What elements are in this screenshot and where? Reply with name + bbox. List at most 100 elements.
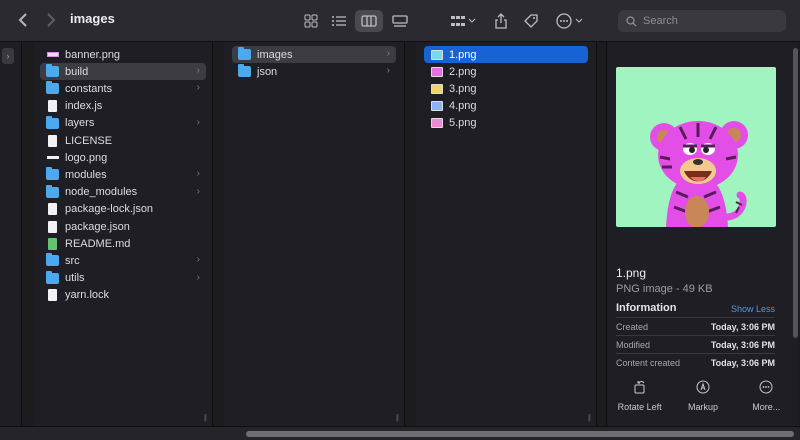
ellipsis-circle-icon <box>556 13 583 29</box>
action-menu-button[interactable] <box>554 10 586 32</box>
file-row[interactable]: utils › <box>40 270 206 287</box>
rotate-left-label: Rotate Left <box>617 402 662 412</box>
rotate-left-button[interactable]: Rotate Left <box>612 372 668 426</box>
image-file-icon <box>431 83 443 94</box>
chevron-left-icon <box>18 13 27 27</box>
image-file-icon <box>431 49 443 60</box>
columns-icon <box>361 15 377 27</box>
folder-icon <box>46 81 59 95</box>
chevron-right-icon: › <box>196 185 200 197</box>
column-divider <box>606 42 607 426</box>
folder-icon <box>238 64 251 78</box>
forward-button[interactable] <box>40 9 62 31</box>
file-name: node_modules <box>65 186 138 199</box>
file-name: 5.png <box>449 117 477 130</box>
collapsed-column: › <box>0 42 22 426</box>
file-row[interactable]: 1.png <box>424 46 588 63</box>
search-field[interactable]: Search <box>618 10 786 32</box>
file-row[interactable]: build › <box>40 63 206 81</box>
column-resize-handle[interactable]: || <box>396 413 399 422</box>
file-name: index.js <box>65 100 103 113</box>
file-name: build <box>65 65 89 78</box>
folder-icon <box>238 47 251 60</box>
metadata-label: Modified <box>616 339 651 350</box>
list-view-button[interactable] <box>328 10 350 32</box>
chevron-right-icon: › <box>196 65 200 77</box>
horizontal-scrollbar[interactable] <box>246 431 794 437</box>
file-row[interactable]: layers › <box>40 115 206 132</box>
group-by-button[interactable] <box>447 10 479 32</box>
file-row[interactable]: package.json <box>40 218 206 235</box>
file-name: modules <box>65 168 107 181</box>
metadata-row: Content created Today, 3:06 PM <box>616 353 775 371</box>
more-icon <box>759 380 773 394</box>
file-name: banner.png <box>65 48 121 61</box>
list-icon <box>332 16 346 26</box>
quick-actions: Rotate Left Markup More... <box>608 372 798 426</box>
file-row[interactable]: banner.png <box>40 46 206 63</box>
markup-button[interactable]: Markup <box>675 372 731 426</box>
column-resize-handle[interactable]: || <box>204 413 207 422</box>
folder-icon <box>46 64 59 78</box>
chevron-right-icon: › <box>6 51 10 61</box>
image-thumbnail[interactable] <box>616 67 776 227</box>
column-root: banner.png build › constants › index.js layers… <box>34 42 212 426</box>
file-row[interactable]: 4.png <box>424 98 588 115</box>
expand-column-button[interactable]: › <box>2 48 14 64</box>
file-row[interactable]: index.js <box>40 98 206 115</box>
file-name: LICENSE <box>65 134 113 147</box>
document-icon <box>48 203 57 216</box>
vertical-scrollbar[interactable] <box>793 48 798 338</box>
toolbar: images Search <box>0 0 800 42</box>
image-file-icon <box>431 66 443 77</box>
folder-icon <box>46 115 59 129</box>
column-view-button[interactable] <box>355 10 383 32</box>
share-button[interactable] <box>490 10 512 32</box>
file-name: layers <box>65 117 95 130</box>
file-name: src <box>65 254 80 267</box>
file-row[interactable]: 3.png <box>424 80 588 97</box>
document-icon <box>48 220 57 233</box>
tags-button[interactable] <box>520 10 542 32</box>
file-row[interactable]: package-lock.json <box>40 201 206 218</box>
file-row[interactable]: LICENSE <box>40 132 206 149</box>
file-row[interactable]: src › <box>40 252 206 269</box>
image-file-icon <box>47 52 59 57</box>
more-button[interactable]: More... <box>738 372 794 426</box>
file-row[interactable]: yarn.lock <box>40 287 206 304</box>
file-row[interactable]: node_modules › <box>40 184 206 201</box>
chevron-right-icon: › <box>386 65 390 77</box>
file-row[interactable]: images › <box>232 46 396 63</box>
file-row[interactable]: README.md <box>40 235 206 252</box>
folder-icon <box>46 167 59 181</box>
file-row[interactable]: 5.png <box>424 115 588 132</box>
metadata-value: Today, 3:06 PM <box>710 321 775 332</box>
image-file-icon <box>431 101 443 112</box>
file-row[interactable]: constants › <box>40 80 206 97</box>
preview-kind: PNG image - 49 KB <box>616 283 713 295</box>
share-icon <box>495 13 507 29</box>
show-less-link[interactable]: Show Less <box>731 304 775 314</box>
folder-icon <box>46 253 59 267</box>
chevron-right-icon: › <box>386 48 390 59</box>
chevron-right-icon: › <box>196 254 200 266</box>
icon-view-button[interactable] <box>300 10 322 32</box>
metadata-label: Content created <box>616 357 681 368</box>
grid-icon <box>304 14 318 28</box>
status-bar <box>0 426 800 440</box>
file-row[interactable]: 2.png <box>424 63 588 80</box>
file-row[interactable]: logo.png <box>40 149 206 166</box>
markup-label: Markup <box>687 402 718 412</box>
file-name: utils <box>65 272 85 285</box>
gallery-view-button[interactable] <box>388 10 412 32</box>
file-name: json <box>257 65 278 78</box>
file-name: 1.png <box>449 48 477 61</box>
markup-icon <box>696 380 710 394</box>
chevron-right-icon: › <box>196 168 200 180</box>
metadata-value: Today, 3:06 PM <box>710 357 775 368</box>
back-button[interactable] <box>12 9 34 31</box>
file-row[interactable]: modules › <box>40 166 206 183</box>
search-icon <box>626 15 637 26</box>
column-resize-handle[interactable]: || <box>588 413 591 422</box>
file-row[interactable]: json › <box>232 63 396 80</box>
